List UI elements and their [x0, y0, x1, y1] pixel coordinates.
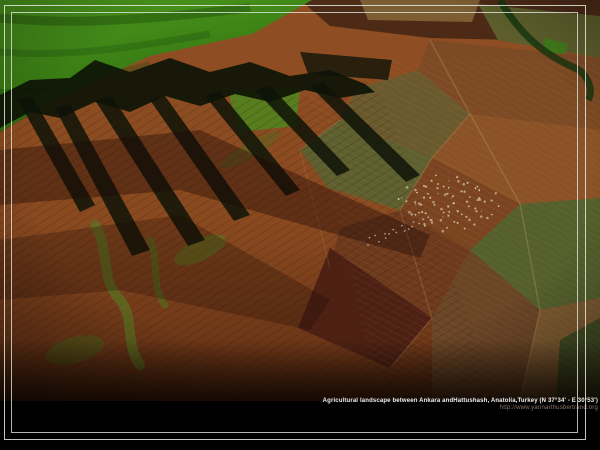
caption: Agricultural landscape between Ankara an…: [323, 398, 598, 412]
caption-title: Agricultural landscape between Ankara an…: [323, 398, 598, 405]
caption-url: http://www.yannarthusbertrand.org: [323, 405, 598, 412]
wallpaper: Agricultural landscape between Ankara an…: [0, 0, 600, 450]
aerial-photo: [0, 0, 600, 401]
